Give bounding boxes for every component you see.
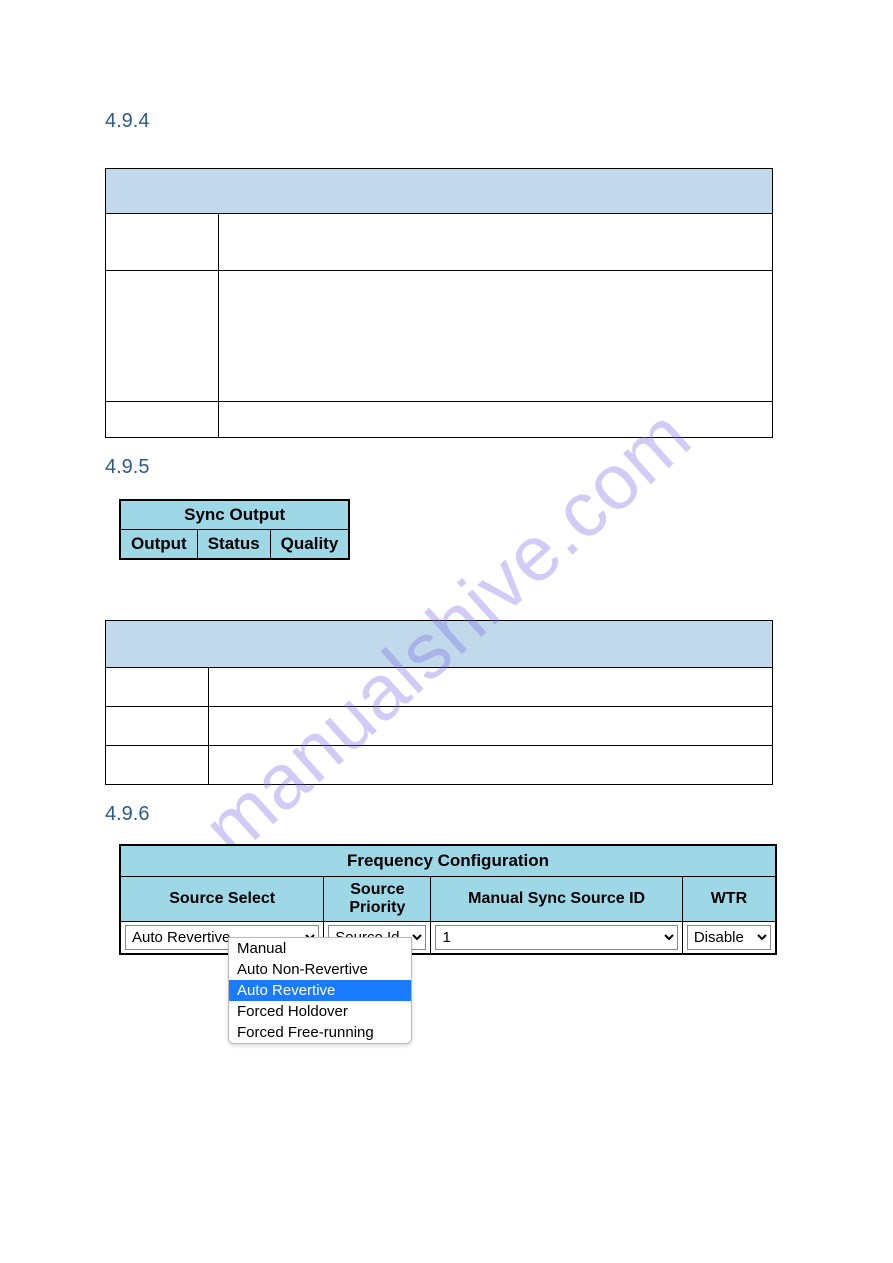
freq-config-title: Frequency Configuration (120, 845, 776, 877)
table-a-header (106, 169, 773, 214)
freq-header-source-priority: SourcePriority (324, 877, 431, 922)
sync-output-col-status: Status (197, 530, 270, 560)
table-b-r3c2 (209, 746, 773, 785)
definition-table-a (105, 168, 773, 438)
table-b-r1c2 (209, 668, 773, 707)
option-auto-non-revertive[interactable]: Auto Non-Revertive (229, 959, 411, 980)
option-forced-free-running[interactable]: Forced Free-running (229, 1022, 411, 1043)
table-b-r2c2 (209, 707, 773, 746)
manual-sync-source-dropdown[interactable]: 1 (435, 925, 677, 950)
sync-output-title: Sync Output (120, 500, 349, 530)
table-b-r1c1 (106, 668, 209, 707)
table-b-r2c1 (106, 707, 209, 746)
table-a-r3c2 (219, 402, 773, 438)
table-a-r1c1 (106, 214, 219, 271)
table-a-r1c2 (219, 214, 773, 271)
section-heading-495: 4.9.5 (105, 456, 778, 479)
section-heading-496: 4.9.6 (105, 803, 778, 826)
option-manual[interactable]: Manual (229, 938, 411, 959)
table-a-r3c1 (106, 402, 219, 438)
sync-output-col-output: Output (120, 530, 197, 560)
table-a-r2c1 (106, 271, 219, 402)
source-select-options-list[interactable]: Manual Auto Non-Revertive Auto Revertive… (228, 937, 412, 1044)
freq-header-source-select: Source Select (120, 877, 324, 922)
table-b-r3c1 (106, 746, 209, 785)
definition-table-b (105, 620, 773, 785)
sync-output-col-quality: Quality (270, 530, 349, 560)
section-heading-494: 4.9.4 (105, 110, 778, 133)
option-auto-revertive[interactable]: Auto Revertive (229, 980, 411, 1001)
table-b-header (106, 621, 773, 668)
freq-header-manual-sync: Manual Sync Source ID (431, 877, 682, 922)
wtr-dropdown[interactable]: Disable (687, 925, 771, 950)
frequency-configuration-table: Frequency Configuration Source Select So… (119, 844, 777, 955)
sync-output-table: Sync Output Output Status Quality (119, 499, 350, 560)
freq-header-wtr: WTR (682, 877, 776, 922)
table-a-r2c2 (219, 271, 773, 402)
option-forced-holdover[interactable]: Forced Holdover (229, 1001, 411, 1022)
